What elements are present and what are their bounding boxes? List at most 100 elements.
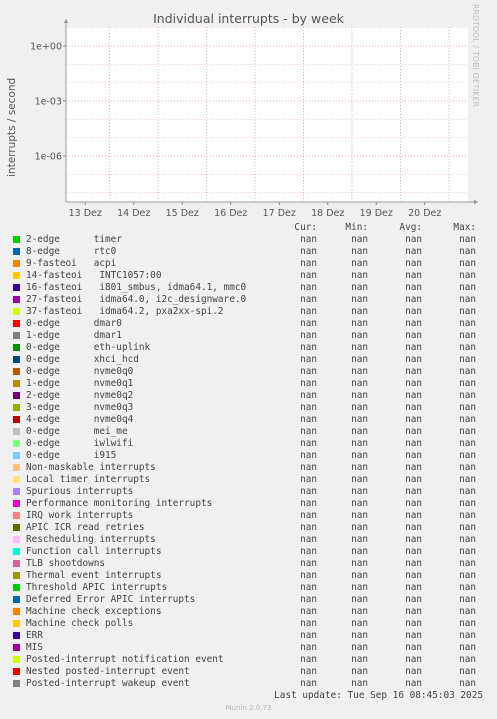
legend-swatch [13, 332, 20, 339]
legend-row: 37-fasteoi idma64.2, pxa2xx-spi.2 nan nan n… [0, 306, 497, 318]
legend-avg-value: nan [405, 474, 422, 485]
legend-row: ERR nan nan nan nan [0, 630, 497, 642]
chart-plot: 1e+00 1e-03 1e-06 13 Dez 14 Dez 15 Dez 16 Dez 1… [30, 19, 478, 219]
legend-swatch [13, 596, 20, 603]
legend-max-value: nan [459, 282, 476, 293]
legend-max-value: nan [459, 246, 476, 257]
legend-min-value: nan [351, 282, 368, 293]
legend-row: 14-fasteoi INTC1057:00 nan nan nan nan [0, 270, 497, 282]
x-axis-arrow [474, 199, 478, 205]
legend-row: 0-edge mei_me nan nan nan nan [0, 426, 497, 438]
legend-row: Posted-interrupt notification event nan na… [0, 654, 497, 666]
legend-row: 27-fasteoi idma64.0, i2c_designware.0 nan… [0, 294, 497, 306]
legend-max-value: nan [459, 318, 476, 329]
legend-row: 0-edge xhci_hcd nan nan nan nan [0, 354, 497, 366]
legend-series-name: TLB shootdowns [26, 558, 106, 569]
legend-series-name: 0-edge eth-uplink [26, 342, 151, 353]
legend-min-value: nan [351, 510, 368, 521]
legend-avg-value: nan [405, 354, 422, 365]
legend-min-value: nan [351, 486, 368, 497]
legend-row: 0-edge dmar0 nan nan nan nan [0, 318, 497, 330]
legend-series-name: 16-fasteoi i801_smbus, idma64.1, mmc0 [26, 282, 247, 293]
legend-series-name: 9-fasteoi acpi [26, 258, 117, 269]
legend-series-name: 0-edge iwlwifi [26, 438, 134, 449]
legend-min-value: nan [351, 354, 368, 365]
legend-series-name: 1-edge nvme0q1 [26, 378, 134, 389]
legend-max-value: nan [459, 306, 476, 317]
legend-max-value: nan [459, 438, 476, 449]
legend-max-value: nan [459, 522, 476, 533]
legend-max-value: nan [459, 378, 476, 389]
legend-swatch [13, 296, 20, 303]
legend-swatch [13, 476, 20, 483]
legend-avg-value: nan [405, 258, 422, 269]
legend-min-value: nan [351, 534, 368, 545]
legend-avg-value: nan [405, 666, 422, 677]
legend-max-value: nan [459, 414, 476, 425]
legend-swatch [13, 680, 20, 687]
legend-avg-value: nan [405, 438, 422, 449]
legend-avg-value: nan [405, 342, 422, 353]
legend-max-value: nan [459, 498, 476, 509]
x-tick-label: 17 Dez [263, 208, 296, 219]
legend-max-value: nan [459, 294, 476, 305]
legend-max-value: nan [459, 426, 476, 437]
legend-max-value: nan [459, 270, 476, 281]
legend-avg-value: nan [405, 234, 422, 245]
legend-max-value: nan [459, 570, 476, 581]
legend-max-value: nan [459, 678, 476, 689]
legend-avg-value: nan [405, 582, 422, 593]
legend-row: 4-edge nvme0q4 nan nan nan nan [0, 414, 497, 426]
legend-swatch [13, 548, 20, 555]
legend-min-value: nan [351, 474, 368, 485]
legend-avg-value: nan [405, 546, 422, 557]
legend-series-name: ERR [26, 630, 43, 641]
legend-avg-value: nan [405, 306, 422, 317]
legend-max-value: nan [459, 366, 476, 377]
legend-series-name: Threshold APIC interrupts [26, 582, 168, 593]
plot-area [66, 27, 468, 202]
legend-avg-value: nan [405, 414, 422, 425]
legend-header-min: Min: [345, 222, 368, 233]
legend-avg-value: nan [405, 366, 422, 377]
legend-series-name: Machine check exceptions [26, 606, 162, 617]
legend-max-value: nan [459, 402, 476, 413]
legend-swatch [13, 452, 20, 459]
legend-min-value: nan [351, 606, 368, 617]
legend-row: 1-edge nvme0q1 nan nan nan nan [0, 378, 497, 390]
x-tick-label: 19 Dez [360, 208, 393, 219]
legend-series-name: Non-maskable interrupts [26, 462, 156, 473]
last-update: Last update: Tue Sep 16 08:45:03 2025 [274, 690, 483, 701]
legend-min-value: nan [351, 582, 368, 593]
legend-row: 16-fasteoi i801_smbus, idma64.1, mmc0 nan… [0, 282, 497, 294]
legend-max-value: nan [459, 342, 476, 353]
legend-row: 0-edge eth-uplink nan nan nan nan [0, 342, 497, 354]
legend-swatch [13, 644, 20, 651]
legend-max-value: nan [459, 510, 476, 521]
legend-row: Posted-interrupt wakeup event nan nan nan na… [0, 678, 497, 690]
munin-version: Munin 2.0.73 [225, 704, 272, 712]
legend-swatch [13, 284, 20, 291]
legend-swatch [13, 356, 20, 363]
legend-row: 2-edge timer nan nan nan nan [0, 234, 497, 246]
legend-row: Performance monitoring interrupts nan nan n… [0, 498, 497, 510]
legend-min-value: nan [351, 390, 368, 401]
legend-min-value: nan [351, 462, 368, 473]
legend-swatch [13, 416, 20, 423]
legend-min-value: nan [351, 666, 368, 677]
legend-max-value: nan [459, 582, 476, 593]
legend-avg-value: nan [405, 462, 422, 473]
legend-series-name: Spurious interrupts [26, 486, 134, 497]
legend-min-value: nan [351, 426, 368, 437]
legend-swatch [13, 260, 20, 267]
legend-series-name: 1-edge dmar1 [26, 330, 122, 341]
legend-row: Thermal event interrupts nan nan nan nan [0, 570, 497, 582]
legend-min-value: nan [351, 678, 368, 689]
legend-swatch [13, 320, 20, 327]
legend-swatch [13, 668, 20, 675]
legend-min-value: nan [351, 570, 368, 581]
legend-avg-value: nan [405, 534, 422, 545]
legend-avg-value: nan [405, 318, 422, 329]
legend-series-name: 14-fasteoi INTC1057:00 [26, 270, 162, 281]
legend-min-value: nan [351, 246, 368, 257]
